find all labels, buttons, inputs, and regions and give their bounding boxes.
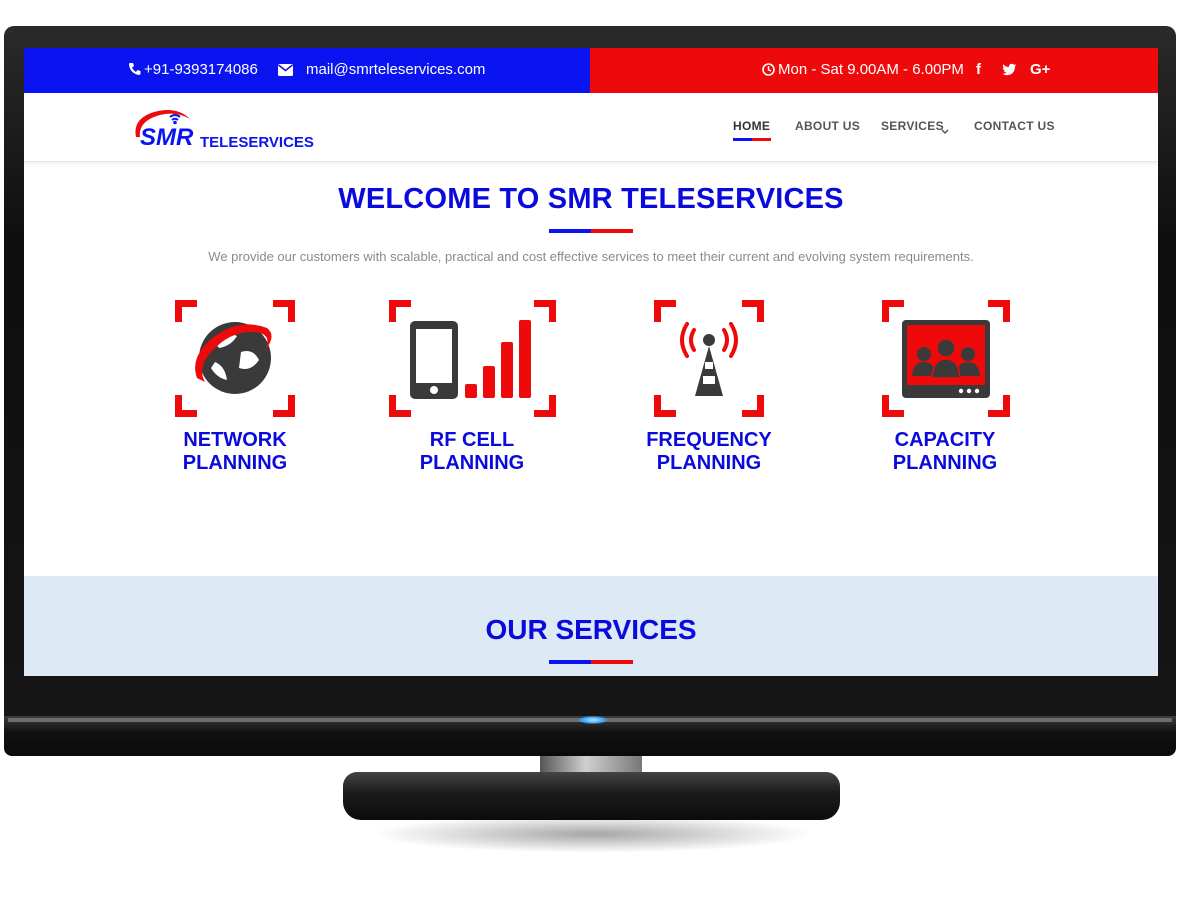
chevron-down-icon <box>941 122 949 140</box>
feature-frequency-line1: FREQUENCY <box>646 429 772 451</box>
website-screen: +91-9393174086 mail@smrteleservices.com … <box>24 48 1158 676</box>
stand-shadow <box>370 815 815 853</box>
users-screen-icon <box>882 300 1010 417</box>
feature-network-line2: PLANNING <box>182 452 288 474</box>
feature-capacity-line2: PLANNING <box>892 452 998 474</box>
feature-capacity-label[interactable]: CAPACITY PLANNING <box>845 429 1045 475</box>
services-heading: OUR SERVICES <box>485 614 697 645</box>
main-navbar: SMR TELESERVICES HOME ABOUT US SERVICES … <box>24 93 1158 162</box>
feature-rf-cell-icon-box[interactable] <box>389 300 556 417</box>
feature-network-icon-box[interactable] <box>175 300 295 417</box>
power-led <box>578 716 608 724</box>
clock-icon <box>762 63 775 79</box>
envelope-icon <box>278 63 293 79</box>
google-plus-icon[interactable]: G+ <box>1030 61 1050 79</box>
feature-network-label[interactable]: NETWORK PLANNING <box>135 429 335 475</box>
logo-brand: SMR <box>140 124 194 151</box>
top-contact-bar: +91-9393174086 mail@smrteleservices.com … <box>24 48 1158 93</box>
site-logo[interactable]: SMR TELESERVICES <box>130 103 320 155</box>
feature-frequency-icon-box[interactable] <box>654 300 764 417</box>
phone-icon <box>128 62 141 79</box>
feature-capacity-line1: CAPACITY <box>894 429 996 451</box>
feature-rf-cell-line1: RF CELL <box>429 429 515 451</box>
antenna-tower-icon <box>654 300 764 417</box>
welcome-heading: WELCOME TO SMR TELESERVICES <box>338 183 844 215</box>
services-divider <box>549 660 633 664</box>
email-link[interactable]: mail@smrteleservices.com <box>306 61 485 79</box>
nav-services[interactable]: SERVICES <box>881 119 944 133</box>
facebook-icon[interactable]: f <box>976 61 981 79</box>
hours-strip: Mon - Sat 9.00AM - 6.00PM f G+ <box>590 48 1158 93</box>
twitter-icon[interactable] <box>1002 63 1017 79</box>
phone-number[interactable]: +91-9393174086 <box>144 61 258 79</box>
welcome-divider <box>549 229 633 233</box>
feature-frequency-label[interactable]: FREQUENCY PLANNING <box>609 429 809 475</box>
contact-strip: +91-9393174086 mail@smrteleservices.com <box>24 48 590 93</box>
nav-about-us[interactable]: ABOUT US <box>795 119 860 133</box>
logo-suffix: TELESERVICES <box>200 134 314 151</box>
globe-icon <box>175 300 295 417</box>
nav-home[interactable]: HOME <box>733 119 770 133</box>
monitor-stand <box>343 772 840 820</box>
active-nav-indicator <box>733 138 771 141</box>
feature-frequency-line2: PLANNING <box>656 452 762 474</box>
feature-capacity-icon-box[interactable] <box>882 300 1010 417</box>
nav-contact-us[interactable]: CONTACT US <box>974 119 1055 133</box>
feature-network-line1: NETWORK <box>183 429 287 451</box>
welcome-intro: We provide our customers with scalable, … <box>208 249 974 264</box>
feature-rf-cell-label[interactable]: RF CELL PLANNING <box>372 429 572 475</box>
business-hours: Mon - Sat 9.00AM - 6.00PM <box>778 61 964 78</box>
feature-rf-cell-line2: PLANNING <box>419 452 525 474</box>
mobile-signal-icon <box>389 300 556 417</box>
